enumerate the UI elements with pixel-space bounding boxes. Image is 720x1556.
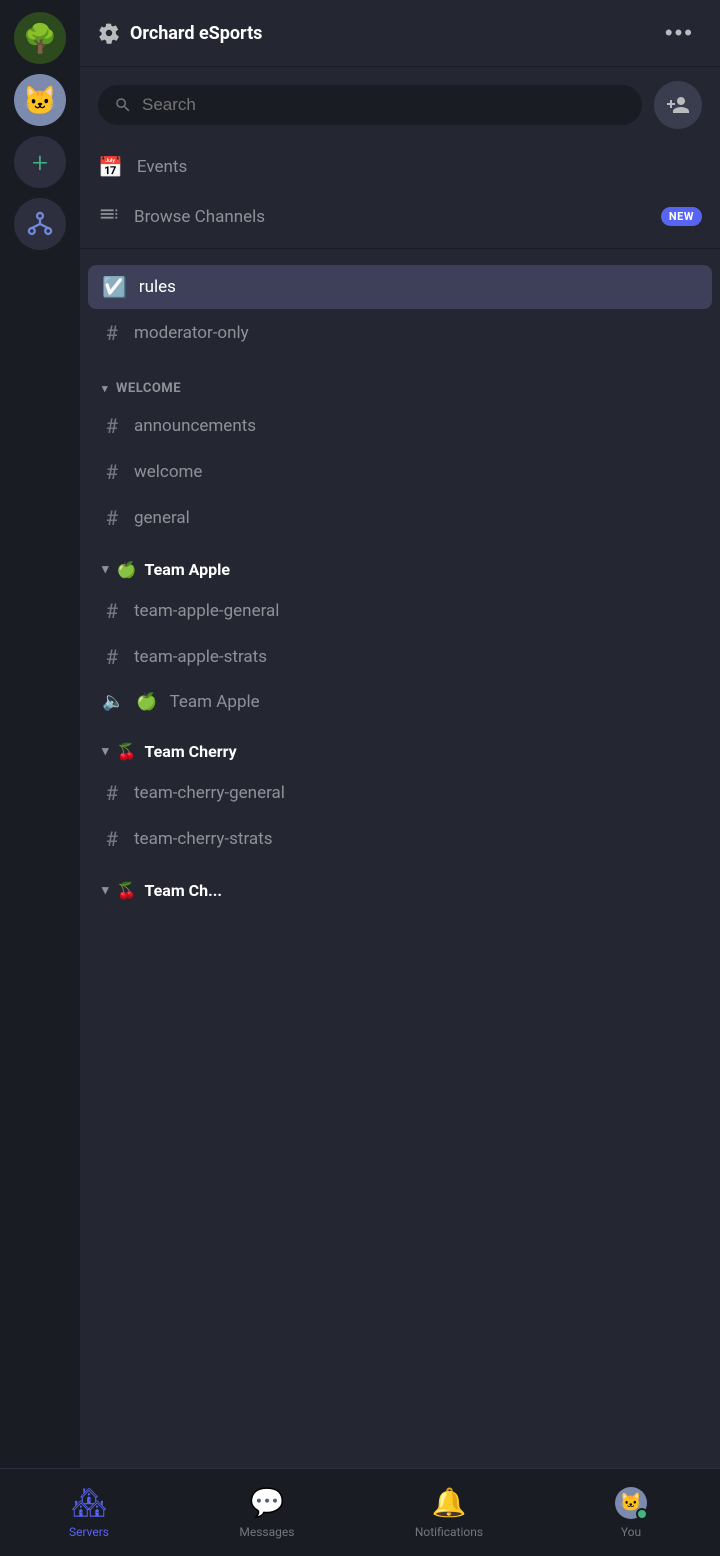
team-apple-section: ▾ 🍏 Team Apple # team-apple-general # te…	[80, 542, 720, 722]
channel-list-scroll: 📅 Events Browse Channels NEW ☑️ rules # …	[80, 143, 720, 1556]
rules-label: rules	[139, 277, 176, 297]
gear-icon	[98, 22, 120, 44]
add-user-button[interactable]	[654, 81, 702, 129]
chevron-down-icon-welcome: ▾	[102, 382, 108, 395]
cat-icon: 🐱	[23, 84, 58, 117]
server-icon-cat[interactable]: 🐱	[14, 74, 66, 126]
servers-tab-label: Servers	[69, 1525, 109, 1539]
browse-icon	[98, 203, 120, 230]
hash-icon-welcome: #	[102, 460, 122, 484]
channel-item-announcements[interactable]: # announcements	[88, 404, 712, 448]
new-badge: NEW	[661, 207, 702, 226]
hash-icon-moderator: #	[102, 321, 122, 345]
team-apple-emoji: 🍏	[117, 560, 137, 579]
divider-1	[80, 248, 720, 249]
hash-icon-team-apple-strats: #	[102, 645, 122, 669]
messages-icon: 💬	[249, 1486, 284, 1519]
chevron-down-icon-partial: ▾	[102, 883, 109, 898]
tab-messages[interactable]: 💬 Messages	[217, 1476, 317, 1549]
team-cherry-emoji: 🍒	[117, 742, 137, 761]
orchard-icon: 🌳	[23, 22, 58, 55]
avatar: 🐱	[615, 1487, 647, 1519]
server-list: 🌳 🐱 +	[0, 0, 80, 1556]
events-icon: 📅	[98, 155, 123, 179]
servers-icon: 🏘	[71, 1486, 107, 1519]
category-welcome[interactable]: ▾ welcome	[88, 365, 712, 402]
search-input-wrapper[interactable]	[98, 85, 642, 125]
online-status-dot	[636, 1508, 648, 1520]
channel-item-team-apple-strats[interactable]: # team-apple-strats	[88, 635, 712, 679]
hash-icon-general: #	[102, 506, 122, 530]
server-name: Orchard eSports	[130, 23, 262, 44]
welcome-category-label: welcome	[116, 381, 181, 396]
partial-category-label: Team Ch...	[144, 881, 222, 900]
rules-icon: ☑️	[102, 275, 127, 299]
hash-icon-team-cherry-strats: #	[102, 827, 122, 851]
team-apple-general-label: team-apple-general	[134, 601, 279, 621]
welcome-section: ▾ welcome # announcements # welcome # ge…	[80, 365, 720, 540]
channel-list: Orchard eSports ••• 📅 Events	[80, 0, 720, 1556]
team-cherry-strats-label: team-cherry-strats	[134, 829, 272, 849]
tab-notifications[interactable]: 🔔 Notifications	[395, 1476, 503, 1549]
channel-item-moderator-only[interactable]: # moderator-only	[88, 311, 712, 355]
team-cherry-general-label: team-cherry-general	[134, 783, 285, 803]
channel-item-team-apple-general[interactable]: # team-apple-general	[88, 589, 712, 633]
add-user-icon	[666, 93, 690, 117]
browse-channels-label: Browse Channels	[134, 207, 265, 227]
channel-item-team-cherry-strats[interactable]: # team-cherry-strats	[88, 817, 712, 861]
server-header: Orchard eSports •••	[80, 0, 720, 67]
notifications-icon: 🔔	[432, 1486, 467, 1519]
you-tab-label: You	[621, 1525, 641, 1539]
events-nav-item[interactable]: 📅 Events	[80, 143, 720, 191]
team-cherry-category-label: Team Cherry	[144, 742, 236, 761]
server-options-button[interactable]: •••	[657, 16, 702, 50]
chevron-down-icon-apple: ▾	[102, 562, 109, 577]
plus-icon: +	[32, 146, 48, 179]
category-partial[interactable]: ▾ 🍒 Team Ch...	[88, 863, 712, 908]
team-cherry-section: ▾ 🍒 Team Cherry # team-cherry-general # …	[80, 724, 720, 861]
partial-category-section: ▾ 🍒 Team Ch...	[80, 863, 720, 908]
tab-servers[interactable]: 🏘 Servers	[39, 1476, 139, 1549]
search-input[interactable]	[142, 95, 626, 115]
general-label: general	[134, 508, 190, 528]
server-icon-orchard[interactable]: 🌳	[14, 12, 66, 64]
team-apple-strats-label: team-apple-strats	[134, 647, 267, 667]
welcome-channel-label: welcome	[134, 462, 202, 482]
team-apple-category-label: Team Apple	[144, 560, 230, 579]
partial-category-emoji: 🍒	[117, 881, 137, 900]
moderator-only-label: moderator-only	[134, 323, 249, 343]
category-team-cherry[interactable]: ▾ 🍒 Team Cherry	[88, 724, 712, 769]
hash-icon-team-apple-general: #	[102, 599, 122, 623]
search-bar	[80, 67, 720, 143]
channel-item-rules[interactable]: ☑️ rules	[88, 265, 712, 309]
channel-item-welcome[interactable]: # welcome	[88, 450, 712, 494]
hierarchy-icon	[26, 210, 54, 238]
search-icon	[114, 96, 132, 114]
team-apple-voice-emoji: 🍏	[136, 692, 157, 712]
tab-you[interactable]: 🐱 You	[581, 1477, 681, 1549]
category-team-apple[interactable]: ▾ 🍏 Team Apple	[88, 542, 712, 587]
server-title-container: Orchard eSports	[98, 22, 262, 44]
team-apple-voice-label: Team Apple	[170, 692, 260, 712]
hash-icon-announcements: #	[102, 414, 122, 438]
top-channels: ☑️ rules # moderator-only	[80, 255, 720, 365]
browse-channels-nav-item[interactable]: Browse Channels NEW	[80, 191, 720, 242]
chevron-down-icon-cherry: ▾	[102, 744, 109, 759]
bottom-nav: 🏘 Servers 💬 Messages 🔔 Notifications 🐱 Y…	[0, 1468, 720, 1556]
channel-item-team-apple-voice[interactable]: 🔈 🍏 Team Apple	[88, 681, 712, 722]
discover-servers-button[interactable]	[14, 198, 66, 250]
channel-item-team-cherry-general[interactable]: # team-cherry-general	[88, 771, 712, 815]
hash-icon-team-cherry-general: #	[102, 781, 122, 805]
voice-icon-apple: 🔈	[102, 691, 124, 712]
messages-tab-label: Messages	[239, 1525, 294, 1539]
add-server-button[interactable]: +	[14, 136, 66, 188]
announcements-label: announcements	[134, 416, 256, 436]
channel-item-general[interactable]: # general	[88, 496, 712, 540]
notifications-tab-label: Notifications	[415, 1525, 483, 1539]
events-label: Events	[137, 157, 187, 177]
